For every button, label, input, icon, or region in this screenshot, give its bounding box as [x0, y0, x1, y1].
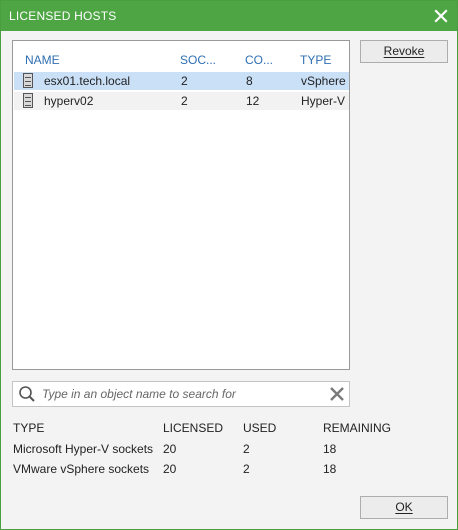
host-cores: 12 [246, 94, 260, 108]
column-header-sockets[interactable]: SOC... [180, 53, 216, 67]
search-box[interactable] [12, 381, 350, 407]
column-header-cores[interactable]: CO... [245, 53, 273, 67]
summary-header-remaining: REMAINING [323, 421, 392, 435]
ok-button-label: OK [395, 500, 413, 514]
host-name: hyperv02 [44, 94, 94, 108]
search-icon [18, 385, 36, 406]
search-input[interactable] [42, 387, 322, 401]
summary-header-used: USED [243, 421, 277, 435]
summary-licensed: 20 [163, 442, 177, 456]
summary-used: 2 [243, 462, 250, 476]
revoke-button[interactable]: Revoke [360, 40, 448, 63]
licensed-hosts-dialog: LICENSED HOSTS NAME SOC... CO... TYPE es… [0, 0, 458, 530]
clear-icon[interactable] [329, 386, 345, 405]
host-sockets: 2 [181, 74, 188, 88]
revoke-button-label: Revoke [383, 44, 425, 58]
dialog-title: LICENSED HOSTS [9, 9, 117, 23]
host-type: Hyper-V [301, 94, 346, 108]
summary-header-type: TYPE [13, 421, 45, 435]
ok-button[interactable]: OK [360, 496, 448, 519]
hosts-list[interactable]: NAME SOC... CO... TYPE esx01.tech.local … [12, 40, 350, 370]
column-header-name[interactable]: NAME [25, 53, 60, 67]
summary-remaining: 18 [323, 462, 337, 476]
server-icon [23, 93, 33, 108]
summary-type: VMware vSphere sockets [13, 462, 150, 476]
server-icon [23, 73, 33, 88]
host-name: esx01.tech.local [44, 74, 131, 88]
column-header-type[interactable]: TYPE [300, 53, 331, 67]
title-bar: LICENSED HOSTS [1, 1, 457, 31]
summary-header-licensed: LICENSED [163, 421, 224, 435]
host-cores: 8 [246, 74, 253, 88]
host-sockets: 2 [181, 94, 188, 108]
host-type: vSphere [301, 74, 346, 88]
summary-remaining: 18 [323, 442, 337, 456]
summary-used: 2 [243, 442, 250, 456]
table-row[interactable]: esx01.tech.local 2 8 vSphere [14, 72, 349, 90]
close-icon[interactable] [431, 6, 451, 26]
table-row[interactable]: hyperv02 2 12 Hyper-V [14, 92, 349, 110]
summary-type: Microsoft Hyper-V sockets [13, 442, 154, 456]
summary-licensed: 20 [163, 462, 177, 476]
